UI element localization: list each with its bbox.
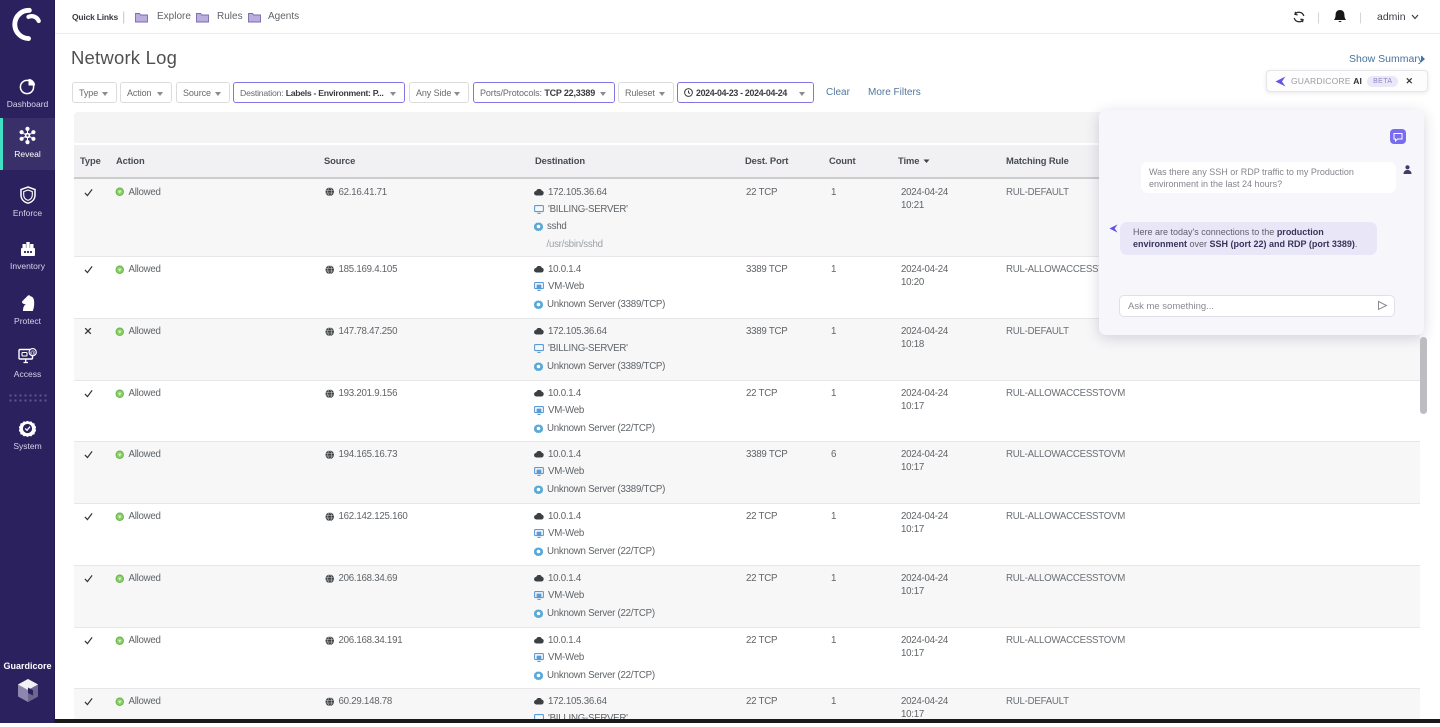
svg-text:@: @ bbox=[30, 350, 36, 356]
